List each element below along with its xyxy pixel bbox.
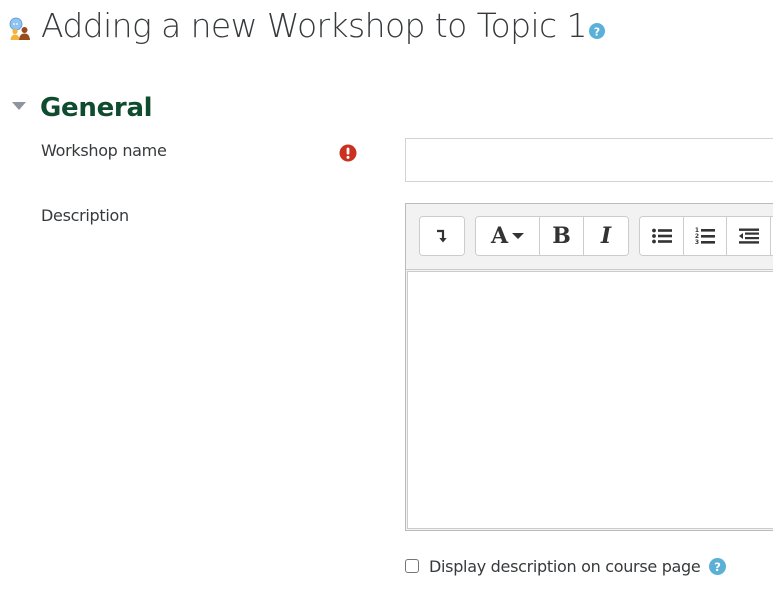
- page-title: Adding a new Workshop to Topic 1: [41, 6, 587, 45]
- show-more-buttons-button[interactable]: [420, 217, 464, 255]
- bold-label: B: [552, 223, 571, 249]
- caret-down-icon[interactable]: [12, 102, 26, 110]
- display-description-checkbox[interactable]: [405, 559, 419, 573]
- italic-button[interactable]: I: [584, 217, 628, 255]
- toolbar-group-style: A B I: [475, 216, 629, 256]
- outdent-icon: [738, 228, 759, 244]
- svg-text:?: ?: [715, 560, 722, 574]
- bold-button[interactable]: B: [540, 217, 584, 255]
- paragraph-styles-button[interactable]: A: [476, 217, 540, 255]
- description-editor-content[interactable]: [407, 271, 773, 529]
- workshop-icon: [9, 17, 30, 40]
- italic-label: I: [600, 223, 612, 249]
- editor-toolbar: A B I 1 2 3: [406, 204, 773, 270]
- toolbar-group-list: 1 2 3: [639, 216, 773, 256]
- question-circle-icon[interactable]: ?: [588, 23, 605, 39]
- svg-text:?: ?: [594, 25, 600, 38]
- page-header: Adding a new Workshop to Topic 1 ?: [8, 2, 605, 50]
- description-editor: A B I 1 2 3: [405, 203, 773, 531]
- ordered-list-button[interactable]: 1 2 3: [684, 217, 727, 255]
- workshop-name-label: Workshop name: [41, 141, 167, 160]
- caret-down-icon: [512, 233, 525, 239]
- unordered-list-button[interactable]: [640, 217, 684, 255]
- section-general-header[interactable]: General: [12, 88, 153, 128]
- section-title: General: [40, 93, 153, 123]
- display-description-label[interactable]: Display description on course page: [429, 557, 701, 576]
- workshop-name-input[interactable]: [405, 138, 773, 182]
- description-label: Description: [41, 206, 129, 225]
- arrow-down-hook-icon: [437, 229, 447, 243]
- numbered-list-icon: 1 2 3: [695, 227, 715, 245]
- display-description-row: Display description on course page ?: [405, 553, 727, 579]
- bullet-list-icon: [651, 228, 672, 244]
- toolbar-group-show-more: [419, 216, 465, 256]
- question-circle-icon[interactable]: ?: [709, 557, 727, 575]
- paragraph-styles-label: A: [490, 223, 509, 249]
- svg-text:3: 3: [695, 239, 699, 245]
- outdent-button[interactable]: [727, 217, 771, 255]
- exclamation-circle-icon: [339, 144, 357, 162]
